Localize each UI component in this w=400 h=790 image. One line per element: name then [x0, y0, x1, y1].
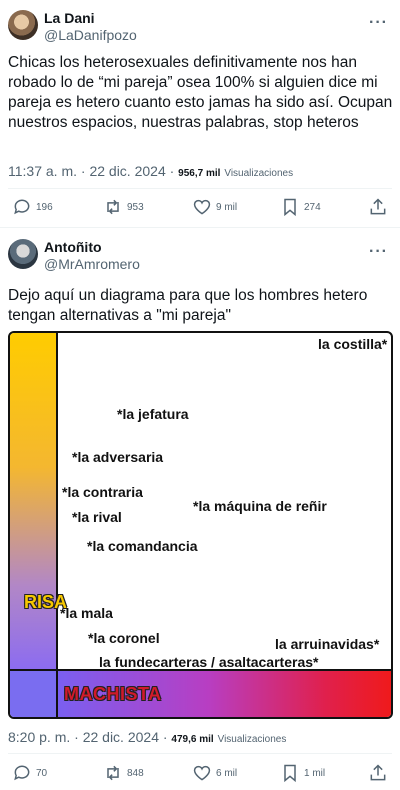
reply-icon	[14, 765, 30, 781]
diagram-label: la fundecarteras / asaltacarteras*	[99, 654, 319, 670]
tweet-header: La Dani @LaDanifpozo ···	[8, 10, 392, 50]
diagram-label: *la mala	[60, 605, 113, 621]
retweet-button[interactable]: 848	[103, 760, 144, 786]
diagram-label: *la máquina de reñir	[193, 498, 327, 514]
like-button[interactable]: 6 mil	[192, 760, 237, 786]
diagram-label: *la adversaria	[72, 449, 164, 465]
author-name[interactable]: La Dani	[44, 10, 137, 27]
reply-count: 196	[36, 201, 53, 213]
tweet-text: Dejo aquí un diagrama para que los hombr…	[8, 287, 368, 324]
retweet-count: 848	[127, 767, 144, 779]
risa-axis: RISA	[10, 333, 68, 669]
timestamp[interactable]: 8:20 p. m. · 22 dic. 2024 ·	[8, 729, 168, 745]
bookmark-button[interactable]: 274	[280, 194, 321, 220]
diagram-label: *la rival	[72, 509, 122, 525]
tweet-header: Antoñito @MrAmromero ···	[8, 239, 392, 279]
author-handle[interactable]: @LaDanifpozo	[44, 27, 137, 44]
share-button[interactable]	[368, 760, 388, 786]
author-names: Antoñito @MrAmromero	[44, 239, 140, 273]
like-button[interactable]: 9 mil	[192, 194, 237, 220]
avatar[interactable]	[8, 239, 38, 269]
views-label: Visualizaciones	[224, 168, 294, 179]
divider	[8, 753, 392, 754]
retweet-button[interactable]: 953	[103, 194, 144, 220]
reply-button[interactable]: 70	[12, 760, 47, 786]
views-label: Visualizaciones	[217, 734, 287, 745]
like-count: 6 mil	[216, 767, 238, 779]
heart-icon	[193, 765, 211, 781]
tweet-1: La Dani @LaDanifpozo ··· Chicas los hete…	[0, 0, 400, 228]
bookmark-count: 274	[304, 201, 321, 213]
risa-axis-label: RISA	[24, 592, 68, 612]
timestamp[interactable]: 11:37 a. m. · 22 dic. 2024 ·	[8, 163, 174, 179]
machista-axis: MACHISTA	[58, 669, 391, 717]
diagram-label: *la coronel	[88, 630, 160, 646]
heart-icon	[193, 199, 211, 215]
tweet-meta: 11:37 a. m. · 22 dic. 2024 · 956,7 mil V…	[8, 163, 392, 179]
retweet-icon	[107, 765, 119, 781]
retweet-icon	[107, 199, 119, 215]
author-name[interactable]: Antoñito	[44, 239, 140, 256]
author-handle[interactable]: @MrAmromero	[44, 256, 140, 273]
bookmark-count: 1 mil	[304, 767, 326, 779]
views-count: 956,7 mil	[178, 168, 221, 179]
more-options-icon[interactable]: ···	[369, 14, 388, 32]
diagram-label: la arruinavidas*	[275, 636, 380, 652]
share-icon	[370, 198, 386, 215]
tweet-text: Chicas los heterosexuales definitivament…	[8, 54, 393, 131]
diagram-label: *la contraria	[62, 484, 143, 500]
avatar[interactable]	[8, 10, 38, 40]
reply-count: 70	[36, 767, 48, 779]
axis-corner	[10, 669, 58, 717]
reply-button[interactable]: 196	[12, 194, 53, 220]
bookmark-icon	[284, 764, 296, 783]
machista-axis-label: MACHISTA	[64, 684, 162, 704]
diagram-label: *la comandancia	[87, 538, 198, 554]
views-count: 479,6 mil	[171, 734, 214, 745]
diagram-label: la costilla*	[318, 336, 388, 352]
author-names: La Dani @LaDanifpozo	[44, 10, 137, 44]
action-bar: 196 953 9 mil 274	[8, 194, 392, 220]
tweet-meta: 8:20 p. m. · 22 dic. 2024 · 479,6 mil Vi…	[8, 729, 392, 745]
bookmark-icon	[284, 198, 296, 217]
more-options-icon[interactable]: ···	[369, 243, 388, 261]
bookmark-button[interactable]: 1 mil	[280, 760, 325, 786]
diagram-label: *la jefatura	[117, 406, 189, 422]
share-icon	[370, 764, 386, 781]
like-count: 9 mil	[216, 201, 238, 213]
reply-icon	[14, 199, 30, 215]
retweet-count: 953	[127, 201, 144, 213]
share-button[interactable]	[368, 194, 388, 220]
divider	[8, 188, 392, 189]
action-bar: 70 848 6 mil 1 mil	[8, 760, 392, 786]
diagram-image[interactable]: RISA MACHISTA la costilla* *la jefatura …	[8, 331, 393, 719]
